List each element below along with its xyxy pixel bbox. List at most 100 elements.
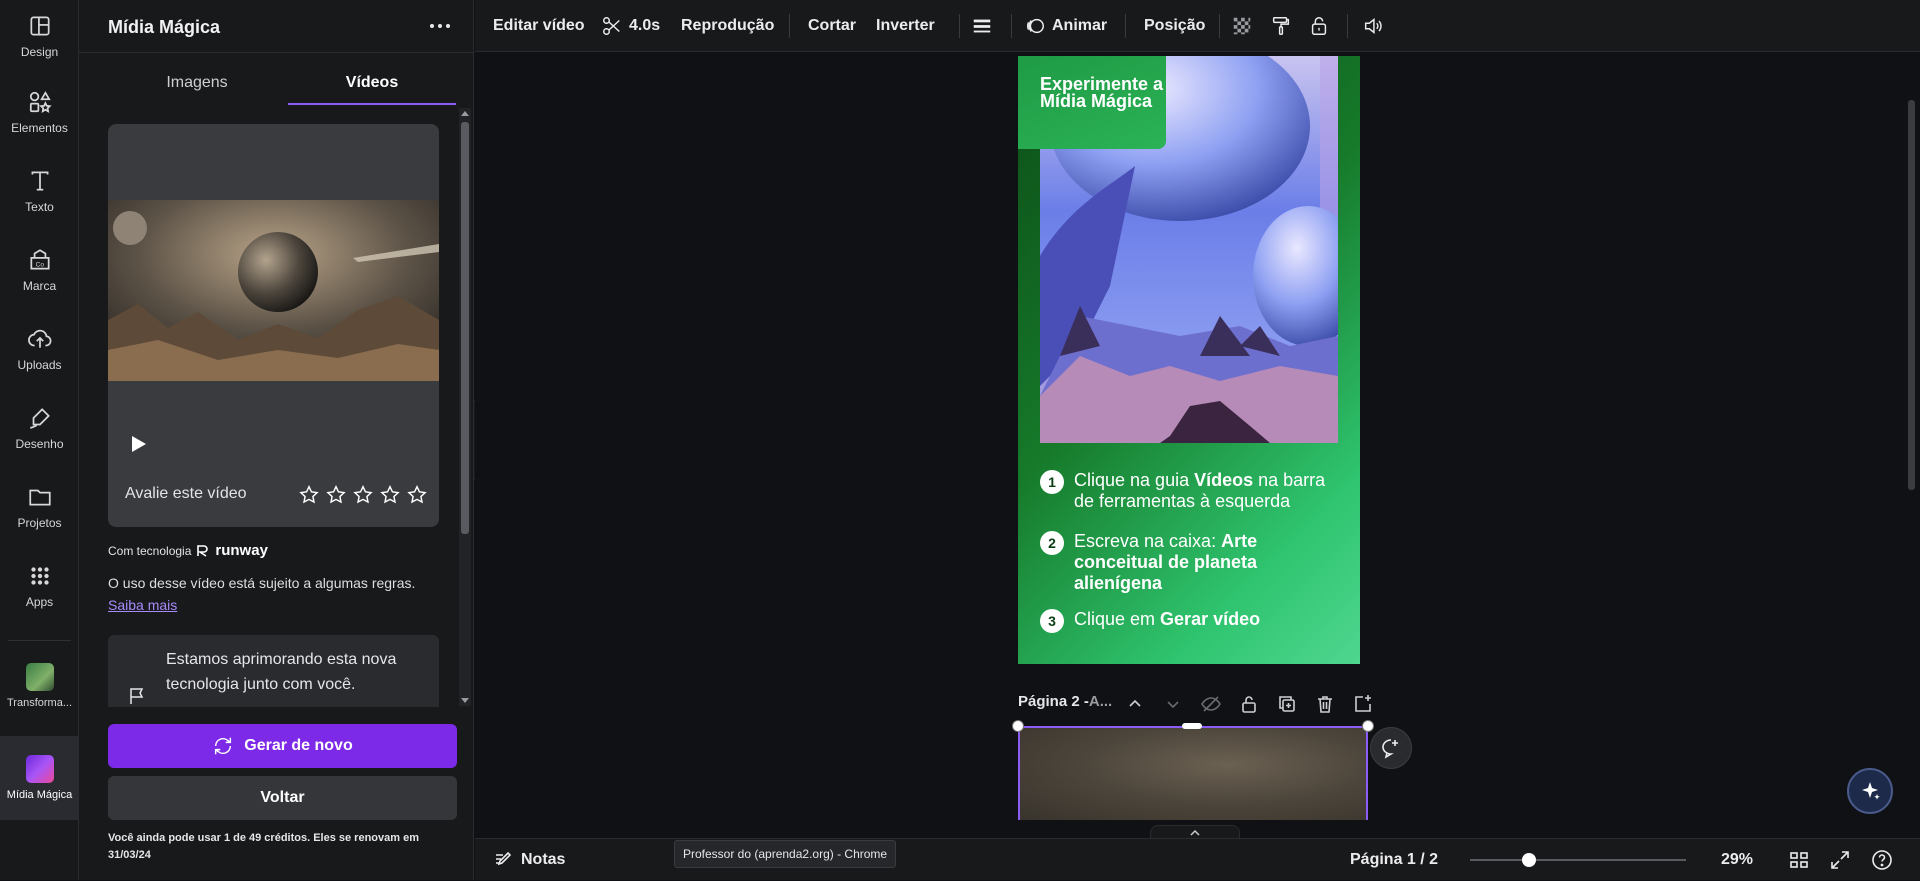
step-3[interactable]: 3 Clique em Gerar vídeo <box>1040 609 1345 633</box>
play-icon[interactable] <box>126 432 150 456</box>
rail-item-uploads[interactable]: Uploads <box>0 313 79 385</box>
copy-style-button[interactable] <box>1270 0 1292 52</box>
rail-label: Marca <box>22 279 57 293</box>
video-thumbnail[interactable] <box>108 200 439 381</box>
rail-label: Desenho <box>15 437 64 451</box>
rail-label: Transforma... <box>7 697 72 709</box>
trim-duration-button[interactable]: 4.0s <box>601 0 660 52</box>
rail-label: Design <box>20 45 59 59</box>
regenerate-label: Gerar de novo <box>244 737 353 754</box>
hide-icon[interactable] <box>1200 693 1222 715</box>
app-thumbnail-icon <box>25 663 54 691</box>
shapes-icon <box>29 91 52 113</box>
tab-videos[interactable]: Vídeos <box>288 60 456 105</box>
step-2[interactable]: 2 Escreva na caixa: Arte conceitual de p… <box>1040 531 1345 594</box>
animate-icon <box>1026 18 1044 34</box>
page-indicator[interactable]: Página 1 / 2 <box>1350 839 1438 881</box>
rail-item-elementos[interactable]: Elementos <box>0 76 79 148</box>
magic-assistant-button[interactable] <box>1847 768 1893 814</box>
star-icon[interactable] <box>298 484 320 506</box>
rail-label: Uploads <box>17 358 62 372</box>
sparkle-icon <box>1862 782 1880 800</box>
step-text: Escreva na caixa: Arte conceitual de pla… <box>1074 531 1258 593</box>
page-2-label: Página 2 - <box>1018 693 1089 710</box>
page-2-title[interactable]: A... <box>1089 693 1112 710</box>
rail-item-texto[interactable]: Texto <box>0 155 79 227</box>
learn-more-link[interactable]: Saiba mais <box>108 597 177 613</box>
rail-item-design[interactable]: Design <box>0 0 79 72</box>
lock-icon[interactable] <box>1238 693 1260 715</box>
rail-item-projetos[interactable]: Projetos <box>0 471 79 543</box>
feedback-card[interactable]: Estamos aprimorando esta nova tecnologia… <box>108 635 439 707</box>
rail-label: Apps <box>25 595 54 609</box>
scroll-up-icon[interactable] <box>461 111 469 116</box>
panel-scroll-area[interactable]: Avalie este vídeo Com tecnologia runway … <box>108 112 458 707</box>
back-button[interactable]: Voltar <box>108 776 457 820</box>
divider <box>1219 14 1220 38</box>
divider <box>1011 14 1012 38</box>
resize-handle[interactable] <box>1012 720 1024 732</box>
rail-item-apps[interactable]: Apps <box>0 550 79 622</box>
design-page-1[interactable]: Experimente a Mídia Mágica 1 Clique na g… <box>1018 56 1360 664</box>
grid-view-icon[interactable] <box>1787 848 1811 872</box>
volume-button[interactable] <box>1362 0 1384 52</box>
feedback-text: Estamos aprimorando esta nova tecnologia… <box>166 651 397 693</box>
add-comment-button[interactable] <box>1370 727 1412 769</box>
star-icon[interactable] <box>406 484 428 506</box>
star-icon[interactable] <box>352 484 374 506</box>
scroll-down-icon[interactable] <box>461 698 469 703</box>
scrollbar-thumb[interactable] <box>1908 100 1915 490</box>
page-2-header[interactable]: Página 2 - A... <box>1018 693 1112 710</box>
draw-icon <box>29 408 50 429</box>
step-1[interactable]: 1 Clique na guia Vídeos na barra de ferr… <box>1040 470 1345 512</box>
rail-item-desenho[interactable]: Desenho <box>0 392 79 464</box>
rail-item-midia-magica[interactable]: Mídia Mágica <box>0 736 79 820</box>
animate-button[interactable]: Animar <box>1024 0 1107 52</box>
playback-button[interactable]: Reprodução <box>681 0 774 52</box>
design-page-2[interactable] <box>1018 726 1368 820</box>
crop-button[interactable]: Cortar <box>808 0 856 52</box>
chevron-up-icon[interactable] <box>1124 693 1146 715</box>
star-icon[interactable] <box>325 484 347 506</box>
text-icon <box>31 171 48 191</box>
scrollbar-thumb[interactable] <box>461 122 469 534</box>
video-result-card[interactable]: Avalie este vídeo <box>108 124 439 527</box>
zoom-slider-knob[interactable] <box>1522 853 1536 867</box>
tab-imagens[interactable]: Imagens <box>113 60 281 105</box>
duplicate-icon[interactable] <box>1276 693 1298 715</box>
flip-button[interactable]: Inverter <box>876 0 935 52</box>
help-icon[interactable] <box>1870 848 1894 872</box>
show-pages-toggle[interactable] <box>1150 825 1240 839</box>
fullscreen-icon[interactable] <box>1828 848 1852 872</box>
rate-video-label: Avalie este vídeo <box>125 485 247 502</box>
border-style-button[interactable] <box>971 0 993 52</box>
zoom-slider[interactable] <box>1470 859 1686 861</box>
regenerate-button[interactable]: Gerar de novo <box>108 724 457 768</box>
notes-button[interactable]: Notas <box>493 839 565 881</box>
zoom-level[interactable]: 29% <box>1721 839 1753 881</box>
rail-item-marca[interactable]: Co Marca <box>0 234 79 306</box>
resize-handle[interactable] <box>1362 720 1374 732</box>
add-page-icon[interactable] <box>1352 693 1374 715</box>
canvas-scrollbar[interactable] <box>1905 56 1917 816</box>
divider <box>789 14 790 38</box>
more-options-icon[interactable] <box>424 10 456 42</box>
trash-icon[interactable] <box>1314 693 1336 715</box>
page-actions <box>1124 693 1374 715</box>
badge-text[interactable]: Experimente a Mídia Mágica <box>1040 75 1170 110</box>
position-button[interactable]: Posição <box>1144 0 1205 52</box>
terms-text: O uso desse vídeo está sujeito a algumas… <box>108 575 416 591</box>
edit-video-button[interactable]: Editar vídeo <box>493 0 585 52</box>
lock-button[interactable] <box>1308 0 1330 52</box>
notes-icon <box>496 851 512 866</box>
star-icon[interactable] <box>379 484 401 506</box>
app-thumbnail-icon <box>25 755 54 783</box>
resize-handle[interactable] <box>1182 723 1202 729</box>
chevron-down-icon[interactable] <box>1162 693 1184 715</box>
transparency-button[interactable] <box>1231 0 1253 52</box>
volume-icon <box>1364 18 1382 34</box>
panel-scrollbar[interactable] <box>459 108 471 706</box>
rating-stars[interactable] <box>298 484 428 506</box>
rail-item-transformador[interactable]: Transforma... <box>0 646 79 726</box>
edit-video-label: Editar vídeo <box>493 17 585 34</box>
